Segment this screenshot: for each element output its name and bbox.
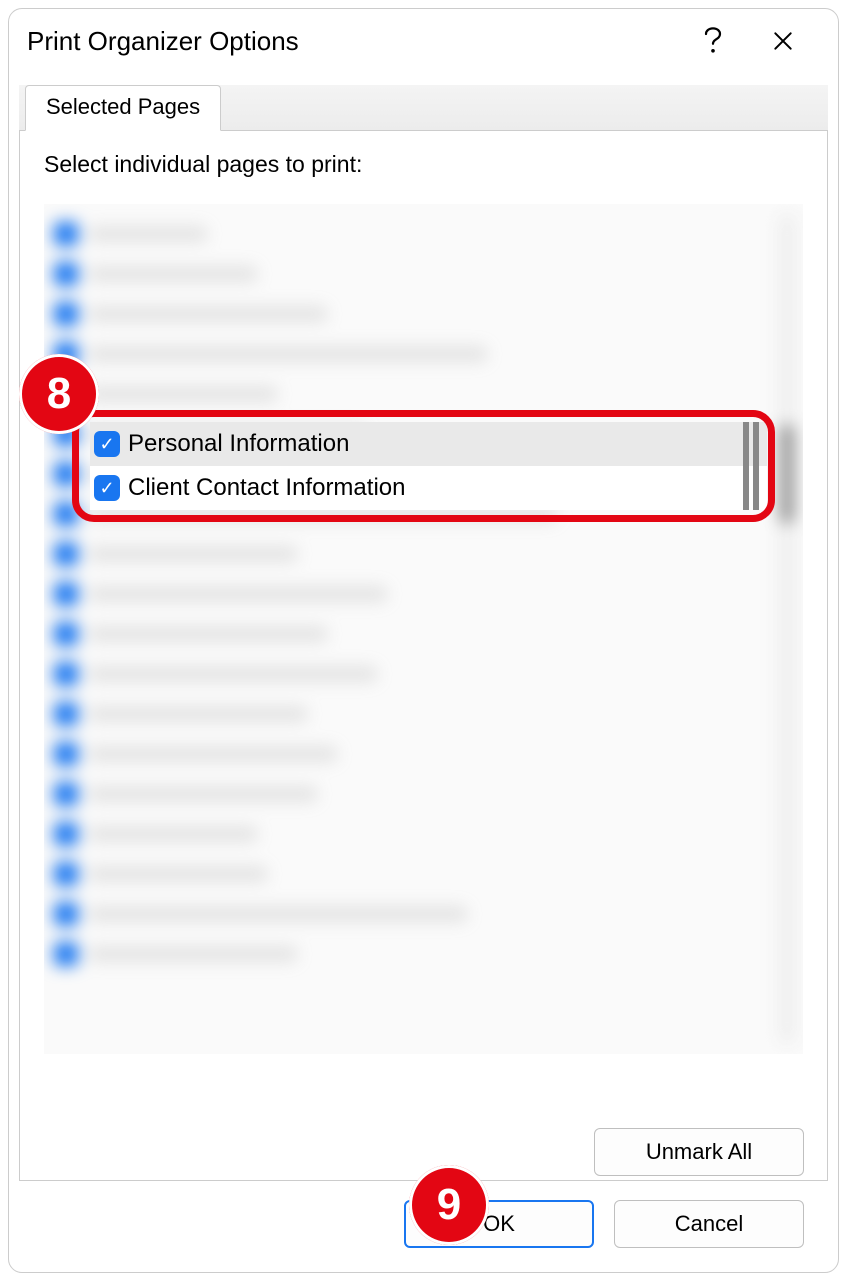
redacted-list-background: [44, 204, 803, 1054]
pages-list[interactable]: ✓ Personal Information ✓ Client Contact …: [44, 204, 803, 1054]
checkbox-checked-icon[interactable]: ✓: [94, 475, 120, 501]
checkbox-checked-icon[interactable]: ✓: [94, 431, 120, 457]
list-item[interactable]: ✓ Client Contact Information: [90, 466, 767, 510]
list-item[interactable]: ✓ Personal Information: [90, 422, 767, 466]
titlebar: Print Organizer Options: [9, 9, 838, 73]
tab-selected-pages[interactable]: Selected Pages: [25, 85, 221, 131]
scrollbar-segment[interactable]: [743, 422, 759, 510]
close-icon: [772, 30, 794, 52]
list-item-label: Personal Information: [128, 430, 349, 458]
close-button[interactable]: [748, 21, 818, 61]
tab-strip: Selected Pages: [19, 85, 828, 131]
dialog-body: Selected Pages Select individual pages t…: [9, 73, 838, 1272]
dialog-title: Print Organizer Options: [27, 26, 678, 57]
instruction-text: Select individual pages to print:: [44, 151, 803, 178]
list-item-label: Client Contact Information: [128, 474, 405, 502]
visible-rows: ✓ Personal Information ✓ Client Contact …: [90, 422, 767, 510]
cancel-button[interactable]: Cancel: [614, 1200, 804, 1248]
callout-badge-8: 8: [19, 354, 99, 434]
help-button[interactable]: [678, 21, 748, 61]
tab-panel: Select individual pages to print:: [19, 131, 828, 1181]
help-icon: [703, 27, 723, 55]
unmark-all-button[interactable]: Unmark All: [594, 1128, 804, 1176]
callout-badge-9: 9: [409, 1165, 489, 1245]
print-organizer-dialog: Print Organizer Options Selected Pages S…: [8, 8, 839, 1273]
